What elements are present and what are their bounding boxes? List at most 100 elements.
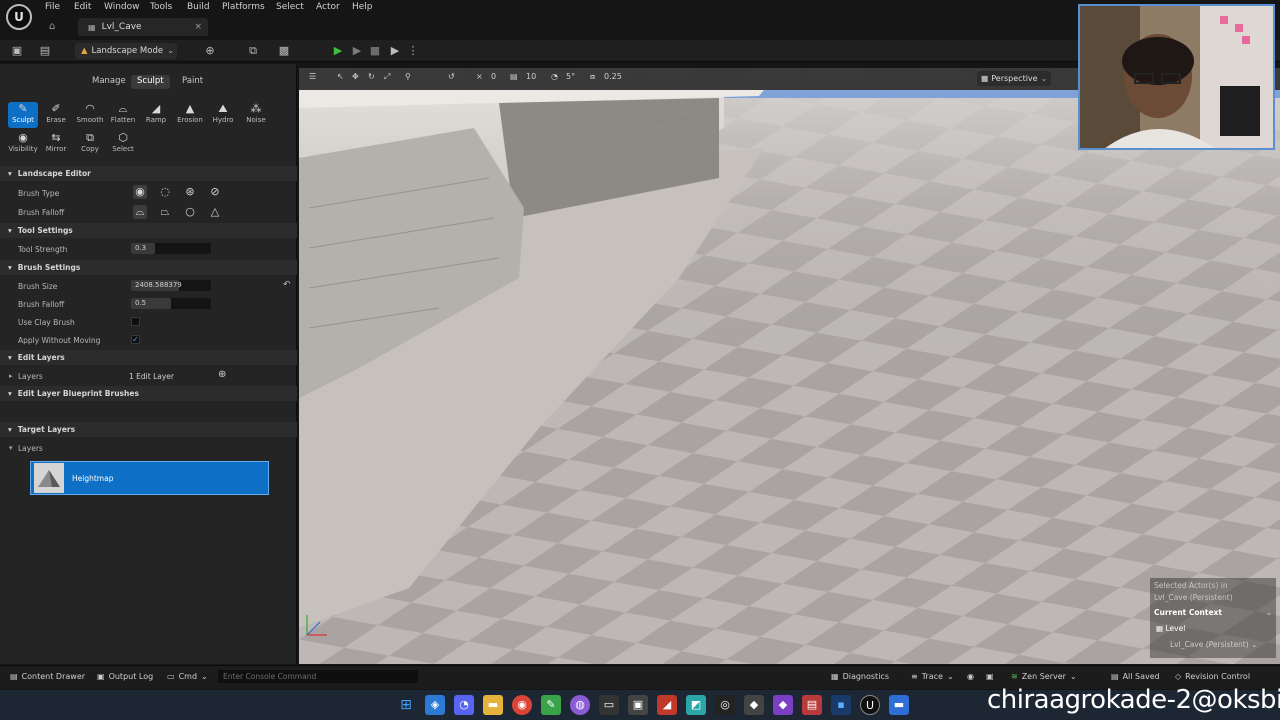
trace-dropdown[interactable]: ≡ Trace ⌄	[911, 672, 954, 681]
linear-falloff-icon[interactable]: ⏢	[158, 205, 172, 219]
screenshot-icon[interactable]: ▣	[986, 672, 994, 681]
tool-flatten[interactable]: ⌓ Flatten	[108, 102, 138, 128]
add-actor-icon[interactable]: ⊕	[203, 44, 217, 58]
world-space-icon[interactable]: ⚲	[405, 72, 411, 81]
tool-ramp[interactable]: ◢ Ramp	[141, 102, 171, 128]
tool-erase[interactable]: ✐ Erase	[41, 102, 71, 128]
launch-icon[interactable]: ▶	[388, 44, 402, 58]
output-log-button[interactable]: ▣ Output Log	[97, 672, 153, 681]
section-landscape-editor[interactable]: ▾ Landscape Editor	[0, 166, 297, 181]
scale-snap-value[interactable]: 0.25	[604, 72, 622, 81]
chrome-icon[interactable]: ◉	[512, 695, 532, 715]
step-icon[interactable]: ▶	[350, 44, 364, 58]
obs-icon[interactable]: ◍	[570, 695, 590, 715]
brush-size-slider[interactable]: 2408.588379	[131, 280, 211, 291]
github-icon[interactable]: ◎	[715, 695, 735, 715]
smooth-falloff-icon[interactable]: ⌓	[133, 205, 147, 219]
windows-start-icon[interactable]: ⊞	[396, 695, 416, 715]
use-clay-brush-checkbox[interactable]	[131, 317, 140, 326]
alpha-brush-icon[interactable]: ◌	[158, 185, 172, 199]
viewport-menu-icon[interactable]: ☰	[309, 72, 316, 81]
discord-icon[interactable]: ◔	[454, 695, 474, 715]
menu-help[interactable]: Help	[352, 2, 373, 12]
spherical-falloff-icon[interactable]: ○	[183, 205, 197, 219]
blueprint-icon[interactable]: ⧉	[246, 44, 260, 58]
level-viewport[interactable]	[299, 68, 1280, 664]
content-drawer-button[interactable]: ▤ Content Drawer	[10, 672, 85, 681]
heightmap-layer[interactable]: Heightmap	[30, 461, 269, 495]
section-brush-settings[interactable]: ▾ Brush Settings	[0, 260, 297, 275]
tool-smooth[interactable]: ◠ Smooth	[75, 102, 105, 128]
expand-icon[interactable]: ▸	[9, 372, 13, 380]
home-icon[interactable]: ⌂	[49, 21, 55, 32]
file-explorer-icon[interactable]: ▬	[483, 695, 503, 715]
tool-sculpt[interactable]: ✎ Sculpt	[8, 102, 38, 128]
menu-build[interactable]: Build	[187, 2, 210, 12]
diagnostics-button[interactable]: ▦ Diagnostics	[831, 672, 889, 681]
section-tool-settings[interactable]: ▾ Tool Settings	[0, 223, 297, 238]
translate-icon[interactable]: ✥	[352, 72, 359, 81]
apply-without-moving-checkbox[interactable]: ✓	[131, 335, 140, 344]
rotation-snap-icon[interactable]: ◔	[551, 72, 558, 81]
record-icon[interactable]: ◉	[967, 672, 974, 681]
more-options-icon[interactable]: ⋮	[406, 44, 420, 58]
tip-falloff-icon[interactable]: △	[208, 205, 222, 219]
cmd-dropdown[interactable]: ▭ Cmd ⌄	[167, 672, 208, 681]
level-tab[interactable]: ▦ Lvl_Cave ×	[78, 18, 208, 36]
tab-paint[interactable]: Paint	[176, 75, 209, 89]
tool-select[interactable]: ⬡ Select	[108, 131, 138, 157]
stop-icon[interactable]: ■	[368, 44, 382, 58]
sharex-icon[interactable]: ◩	[686, 695, 706, 715]
terminal-icon[interactable]: ▭	[599, 695, 619, 715]
tool-mirror[interactable]: ⇆ Mirror	[41, 131, 71, 157]
rotation-snap-value[interactable]: 5°	[566, 72, 575, 81]
select-mode-icon[interactable]: ↖	[337, 72, 344, 81]
menu-window[interactable]: Window	[104, 2, 140, 12]
tab-manage[interactable]: Manage	[86, 75, 132, 89]
tool-erosion[interactable]: ▲ Erosion	[175, 102, 205, 128]
media-icon[interactable]: ▣	[628, 695, 648, 715]
media-player-icon[interactable]: ◢	[657, 695, 677, 715]
menu-tools[interactable]: Tools	[150, 2, 172, 12]
chevron-down-icon[interactable]: ⌄	[1266, 608, 1272, 617]
tab-sculpt[interactable]: Sculpt	[131, 75, 170, 89]
save-icon[interactable]: ▣	[10, 44, 24, 58]
section-target-layers[interactable]: ▾ Target Layers	[0, 422, 297, 437]
cinematics-icon[interactable]: ▩	[277, 44, 291, 58]
app-icon[interactable]: ▬	[889, 695, 909, 715]
menu-actor[interactable]: Actor	[316, 2, 340, 12]
photoshop-icon[interactable]: ▪	[831, 695, 851, 715]
camera-speed-value[interactable]: 0	[491, 72, 496, 81]
add-layer-icon[interactable]: ⊕	[218, 369, 226, 380]
brush-falloff-slider[interactable]: 0.5	[131, 298, 211, 309]
unreal-engine-icon[interactable]: U	[860, 695, 880, 715]
perspective-dropdown[interactable]: ■ Perspective ⌄	[977, 71, 1051, 86]
zen-server-dropdown[interactable]: ≋ Zen Server ⌄	[1011, 672, 1077, 681]
circle-brush-icon[interactable]: ◉	[133, 185, 147, 199]
pattern-brush-icon[interactable]: ⊛	[183, 185, 197, 199]
surface-snap-icon[interactable]: ↺	[448, 72, 455, 81]
visual-studio-icon[interactable]: ◆	[773, 695, 793, 715]
camera-speed-icon[interactable]: ⨯	[476, 72, 483, 81]
grid-snap-value[interactable]: 10	[526, 72, 536, 81]
menu-platforms[interactable]: Platforms	[222, 2, 265, 12]
tool-strength-slider[interactable]: 0.3	[131, 243, 211, 254]
visual-studio-code-icon[interactable]: ◆	[744, 695, 764, 715]
scale-snap-icon[interactable]: ⧈	[590, 72, 595, 82]
grid-snap-icon[interactable]: ▤	[510, 72, 518, 81]
reset-icon[interactable]: ↶	[283, 280, 291, 290]
close-icon[interactable]: ×	[194, 22, 202, 32]
menu-edit[interactable]: Edit	[74, 2, 91, 12]
store-icon[interactable]: ◈	[425, 695, 445, 715]
tool-visibility[interactable]: ◉ Visibility	[8, 131, 38, 157]
rotate-icon[interactable]: ↻	[368, 72, 375, 81]
section-edit-layer-blueprint-brushes[interactable]: ▾ Edit Layer Blueprint Brushes	[0, 386, 297, 401]
scale-icon[interactable]: ⤢	[384, 72, 390, 82]
play-icon[interactable]: ▶	[331, 44, 345, 58]
level-item[interactable]: ▦ Level	[1156, 624, 1185, 633]
mode-dropdown[interactable]: ▲ Landscape Mode ⌄	[75, 43, 177, 59]
tool-copy[interactable]: ⧉ Copy	[75, 131, 105, 157]
notepad-icon[interactable]: ✎	[541, 695, 561, 715]
save-status[interactable]: ▤ All Saved	[1111, 672, 1160, 681]
component-brush-icon[interactable]: ⊘	[208, 185, 222, 199]
